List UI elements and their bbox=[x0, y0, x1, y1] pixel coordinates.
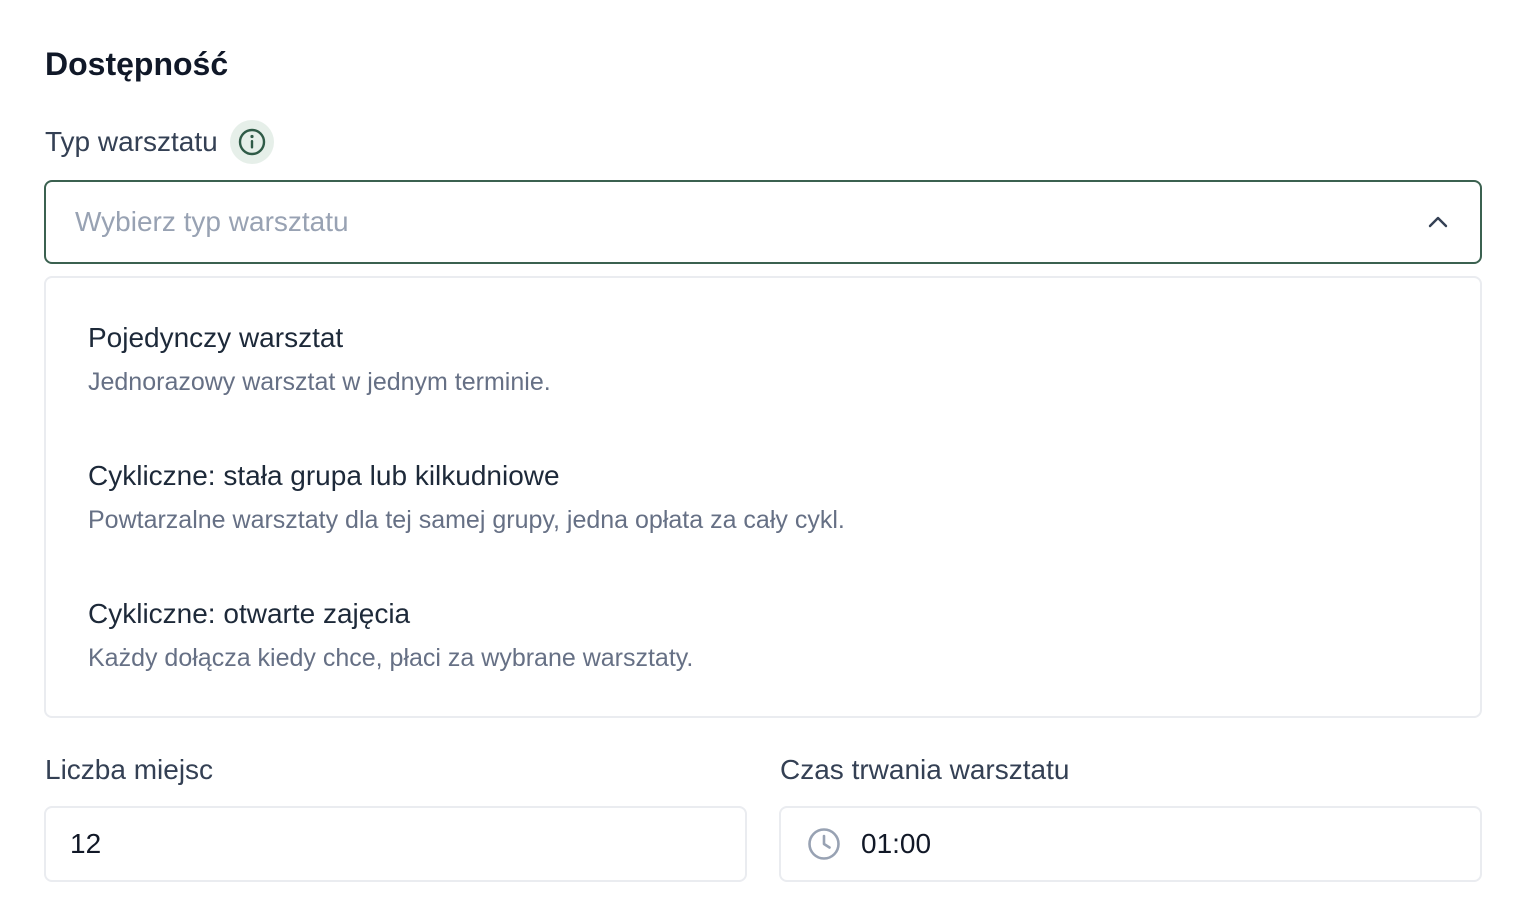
option-cyclic-fixed-group[interactable]: Cykliczne: stała grupa lub kilkudniowe P… bbox=[46, 442, 1480, 580]
option-description: Każdy dołącza kiedy chce, płaci za wybra… bbox=[88, 644, 694, 672]
workshop-type-placeholder: Wybierz typ warsztatu bbox=[75, 206, 349, 237]
duration-input-wrapper bbox=[779, 806, 1482, 882]
info-icon-graphic bbox=[238, 128, 265, 156]
seats-input-wrapper bbox=[44, 806, 747, 882]
option-description: Jednorazowy warsztat w jednym terminie. bbox=[88, 368, 551, 396]
clock-graphic bbox=[808, 828, 840, 860]
chevron-up-graphic bbox=[1428, 216, 1448, 228]
option-description: Powtarzalne warsztaty dla tej samej grup… bbox=[88, 506, 845, 534]
workshop-type-select[interactable]: Wybierz typ warsztatu bbox=[44, 180, 1482, 264]
option-title: Cykliczne: stała grupa lub kilkudniowe bbox=[88, 460, 560, 491]
workshop-type-dropdown: Pojedynczy warsztat Jednorazowy warsztat… bbox=[44, 276, 1482, 718]
workshop-type-label-row: Typ warsztatu bbox=[45, 120, 274, 164]
info-icon[interactable] bbox=[229, 120, 274, 164]
option-title: Pojedynczy warsztat bbox=[88, 322, 344, 353]
chevron-up-icon[interactable] bbox=[1424, 208, 1452, 236]
option-cyclic-open-classes[interactable]: Cykliczne: otwarte zajęcia Każdy dołącza… bbox=[46, 580, 1480, 718]
clock-icon bbox=[807, 826, 841, 862]
duration-label: Czas trwania warsztatu bbox=[780, 754, 1070, 785]
seats-label: Liczba miejsc bbox=[45, 754, 214, 785]
option-title: Cykliczne: otwarte zajęcia bbox=[88, 598, 411, 629]
section-title: Dostępność bbox=[45, 46, 229, 82]
option-single-workshop[interactable]: Pojedynczy warsztat Jednorazowy warsztat… bbox=[46, 304, 1480, 442]
duration-input[interactable] bbox=[861, 828, 1480, 860]
seats-input[interactable] bbox=[70, 828, 745, 860]
workshop-type-label: Typ warsztatu bbox=[45, 126, 218, 157]
